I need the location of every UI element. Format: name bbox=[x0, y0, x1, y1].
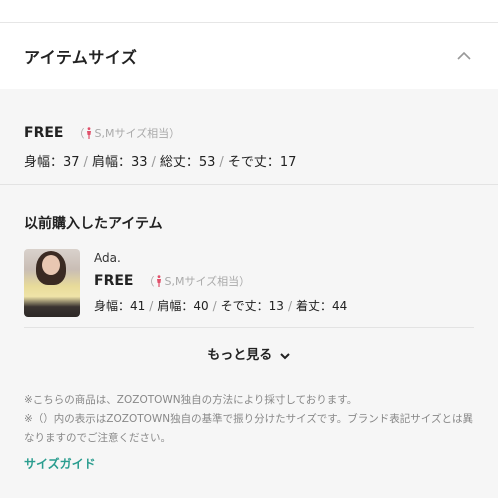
show-more-label: もっと見る bbox=[207, 348, 273, 363]
size-note-text: S,Mサイズ相当） bbox=[94, 127, 181, 140]
size-note-text: S,Mサイズ相当） bbox=[164, 275, 251, 288]
measurement: 肩幅：40 bbox=[157, 299, 209, 313]
section-title: アイテムサイズ bbox=[24, 48, 138, 67]
chevron-down-icon bbox=[280, 352, 290, 359]
section-header[interactable]: アイテムサイズ bbox=[0, 23, 498, 89]
previous-purchase-title: 以前購入したアイテム bbox=[24, 216, 163, 232]
size-label: FREE bbox=[24, 125, 64, 141]
note-open-paren: （ bbox=[143, 275, 155, 288]
notes-block: ※こちらの商品は、ZOZOTOWN独自の方法により採寸しております。 ※（）内の… bbox=[0, 381, 498, 474]
measurement: そで丈：17 bbox=[227, 155, 297, 170]
measurement: そで丈：13 bbox=[220, 299, 284, 313]
previous-purchase-block: 以前購入したアイテム Ada. FREE （ S,Mサイズ相当） 身幅：41/肩… bbox=[0, 185, 498, 381]
item-size-block: FREE （ S,Mサイズ相当） 身幅：37/肩幅：33/総丈：53/そで丈：1… bbox=[0, 89, 498, 185]
measurement: 肩幅：33 bbox=[91, 155, 148, 170]
size-label: FREE bbox=[94, 273, 134, 289]
note-open-paren: （ bbox=[73, 127, 85, 140]
item-thumbnail[interactable] bbox=[24, 249, 80, 317]
measurement: 身幅：37 bbox=[24, 155, 80, 170]
note-line: ※こちらの商品は、ZOZOTOWN独自の方法により採寸しております。 bbox=[24, 394, 358, 406]
size-equivalent-note: （ S,Mサイズ相当） bbox=[143, 273, 250, 289]
show-more-button[interactable]: もっと見る bbox=[24, 328, 474, 381]
size-measurements: 身幅：41/肩幅：40/そで丈：13/着丈：44 bbox=[94, 299, 348, 313]
size-measurements: 身幅：37/肩幅：33/総丈：53/そで丈：17 bbox=[24, 155, 297, 170]
measurement: 着丈：44 bbox=[295, 299, 348, 313]
note-line: ※（）内の表示はZOZOTOWN独自の基準で振り分けたサイズです。ブランド表記サ… bbox=[24, 413, 473, 444]
measurement: 総丈：53 bbox=[159, 155, 216, 170]
chevron-up-icon[interactable] bbox=[454, 46, 474, 66]
measurement: 身幅：41 bbox=[94, 299, 146, 313]
person-figure-icon bbox=[87, 127, 92, 139]
person-figure-icon bbox=[157, 275, 162, 287]
previous-item[interactable]: Ada. FREE （ S,Mサイズ相当） 身幅：41/肩幅：40/そで丈：13… bbox=[24, 249, 474, 328]
brand-name: Ada. bbox=[94, 251, 121, 265]
size-guide-link[interactable]: サイズガイド bbox=[24, 455, 474, 474]
size-equivalent-note: （ S,Mサイズ相当） bbox=[73, 125, 180, 141]
top-band bbox=[0, 0, 498, 23]
